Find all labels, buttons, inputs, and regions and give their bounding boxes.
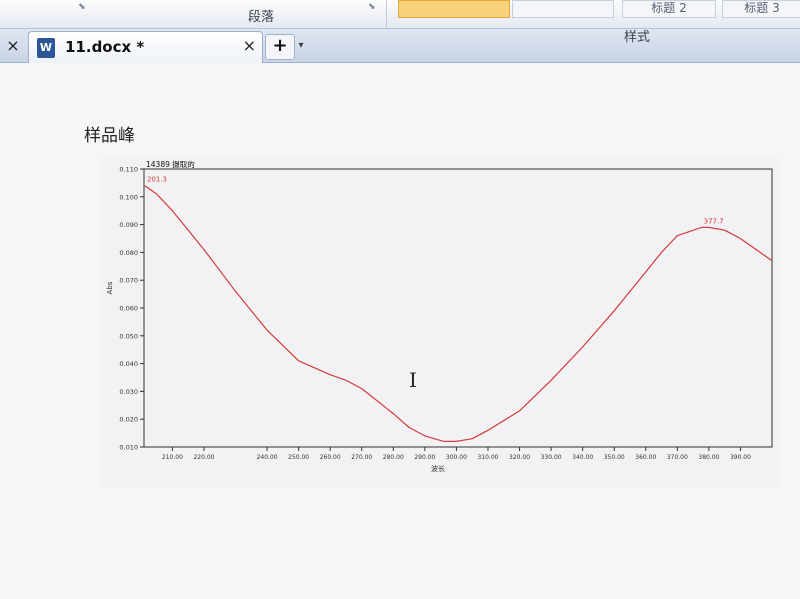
y-tick-label: 0.060 bbox=[119, 305, 138, 313]
x-tick-label: 210.00 bbox=[162, 454, 183, 461]
peak-label: 201.3 bbox=[147, 176, 167, 184]
document-heading: 样品峰 bbox=[84, 126, 135, 146]
x-tick-label: 290.00 bbox=[414, 454, 435, 461]
x-tick-label: 380.00 bbox=[698, 454, 719, 461]
ribbon: ⬊ 段落 ⬊ 标题 2 标题 3 bbox=[0, 0, 800, 29]
y-tick-label: 0.010 bbox=[119, 444, 138, 452]
x-axis-label: 波长 bbox=[431, 464, 445, 473]
y-tick-label: 0.090 bbox=[119, 221, 138, 229]
x-tick-label: 220.00 bbox=[193, 454, 214, 461]
styles-group-label: 样式 bbox=[624, 30, 651, 45]
y-axis-label: Abs bbox=[106, 281, 114, 294]
font-dialog-launcher-icon[interactable]: ⬊ bbox=[78, 3, 87, 12]
style-heading2-label: 标题 2 bbox=[651, 1, 687, 15]
word-document-icon: W bbox=[37, 38, 55, 58]
y-tick-label: 0.050 bbox=[119, 332, 138, 340]
x-tick-label: 270.00 bbox=[351, 454, 372, 461]
paragraph-dialog-launcher-icon[interactable]: ⬊ bbox=[368, 3, 377, 12]
style-gallery-scroll-icon[interactable] bbox=[718, 12, 727, 21]
x-tick-label: 360.00 bbox=[635, 454, 656, 461]
chart-background bbox=[100, 157, 780, 487]
ribbon-separator bbox=[386, 0, 387, 28]
close-tab-icon[interactable]: × bbox=[243, 36, 256, 55]
paragraph-group-label: 段落 bbox=[248, 10, 275, 25]
text-cursor-icon: I bbox=[409, 368, 417, 392]
style-thumb-blank[interactable] bbox=[512, 0, 614, 18]
y-tick-label: 0.040 bbox=[119, 360, 138, 368]
y-tick-label: 0.020 bbox=[119, 416, 138, 424]
document-tab[interactable]: W 11.docx * × bbox=[28, 31, 263, 63]
x-tick-label: 340.00 bbox=[572, 454, 593, 461]
y-tick-label: 0.030 bbox=[119, 388, 138, 396]
y-tick-label: 0.110 bbox=[119, 166, 138, 174]
peak-label: 377.7 bbox=[704, 217, 724, 225]
x-tick-label: 350.00 bbox=[604, 454, 625, 461]
x-tick-label: 240.00 bbox=[257, 454, 278, 461]
x-tick-label: 310.00 bbox=[477, 454, 498, 461]
spectrum-chart: 0.010 0.020 0.030 0.040 0.050 0.060 0.070 0.080… bbox=[100, 157, 780, 491]
document-tab-label: 11.docx * bbox=[65, 38, 145, 56]
document-page[interactable]: 样品峰 0.010 0.020 0.030 0.040 0.050 0.060 0.070 0… bbox=[0, 63, 800, 599]
x-tick-label: 260.00 bbox=[320, 454, 341, 461]
y-tick-label: 0.080 bbox=[119, 249, 138, 257]
chart-title: 14389 摄取的 bbox=[146, 159, 195, 169]
x-tick-label: 250.00 bbox=[288, 454, 309, 461]
document-tab-bar: × W 11.docx * × + ▾ 样式 bbox=[0, 29, 800, 63]
style-heading3-label: 标题 3 bbox=[744, 1, 780, 15]
x-tick-label: 300.00 bbox=[446, 454, 467, 461]
new-tab-button[interactable]: + bbox=[265, 34, 295, 60]
x-tick-label: 390.00 bbox=[730, 454, 751, 461]
x-tick-label: 370.00 bbox=[667, 454, 688, 461]
x-tick-label: 330.00 bbox=[541, 454, 562, 461]
close-all-tab-icon[interactable]: × bbox=[0, 29, 26, 62]
y-tick-label: 0.070 bbox=[119, 277, 138, 285]
spectrum-chart-svg: 0.010 0.020 0.030 0.040 0.050 0.060 0.070 0.080… bbox=[100, 157, 780, 487]
new-tab-dropdown-icon[interactable]: ▾ bbox=[294, 34, 308, 58]
style-thumb-heading2[interactable]: 标题 2 bbox=[622, 0, 716, 18]
x-tick-label: 320.00 bbox=[509, 454, 530, 461]
y-tick-label: 0.100 bbox=[119, 193, 138, 201]
style-thumb-heading3[interactable]: 标题 3 bbox=[722, 0, 800, 18]
x-tick-label: 280.00 bbox=[383, 454, 404, 461]
style-thumb-selected[interactable] bbox=[398, 0, 510, 18]
